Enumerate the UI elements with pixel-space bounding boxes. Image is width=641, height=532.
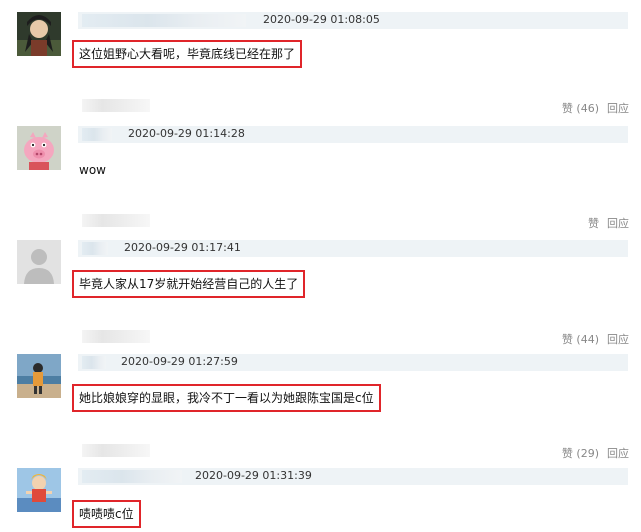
comment-text-highlighted: 毕竟人家从17岁就开始经营自己的人生了 bbox=[72, 270, 306, 298]
username-blurred[interactable] bbox=[82, 128, 112, 141]
comment-text: wow bbox=[79, 163, 106, 177]
cartoon-figure-avatar-icon bbox=[17, 468, 61, 512]
comment-header: 2020-09-29 01:17:41 bbox=[78, 240, 628, 257]
comment-text-highlighted: 这位姐野心大看呢，毕竟底线已经在那了 bbox=[72, 40, 303, 68]
comment-text-highlighted: 啧啧啧c位 bbox=[72, 500, 141, 528]
beach-photo-avatar-icon bbox=[17, 354, 61, 398]
comment-timestamp: 2020-09-29 01:17:41 bbox=[124, 241, 241, 254]
pink-pig-avatar-icon bbox=[17, 126, 61, 170]
comment-timestamp: 2020-09-29 01:31:39 bbox=[195, 469, 312, 482]
reply-quote-blurred bbox=[82, 330, 150, 343]
comment-header: 2020-09-29 01:27:59 bbox=[78, 354, 628, 371]
like-button[interactable]: 赞 (29) bbox=[562, 447, 599, 460]
comment-actions: 赞 (29) 回应 bbox=[562, 445, 629, 461]
reply-quote-blurred bbox=[82, 444, 150, 457]
username-blurred[interactable] bbox=[82, 356, 106, 369]
comment-header: 2020-09-29 01:31:39 bbox=[78, 468, 628, 485]
comment-timestamp: 2020-09-29 01:14:28 bbox=[128, 127, 245, 140]
anime-character-avatar-icon bbox=[17, 12, 61, 56]
user-avatar[interactable] bbox=[17, 468, 61, 512]
comment-timestamp: 2020-09-29 01:08:05 bbox=[263, 13, 380, 26]
user-avatar[interactable] bbox=[17, 240, 61, 284]
user-avatar[interactable] bbox=[17, 126, 61, 170]
username-blurred[interactable] bbox=[82, 14, 246, 27]
comment-actions: 赞 (44) 回应 bbox=[562, 331, 629, 347]
comment-timestamp: 2020-09-29 01:27:59 bbox=[121, 355, 238, 368]
comment-actions: 赞回应 bbox=[588, 215, 629, 231]
reply-quote-blurred bbox=[82, 99, 150, 112]
reply-button[interactable]: 回应 bbox=[607, 217, 629, 230]
comment-header: 2020-09-29 01:14:28 bbox=[78, 126, 628, 143]
reply-button[interactable]: 回应 bbox=[607, 333, 629, 346]
reply-button[interactable]: 回应 bbox=[607, 102, 629, 115]
username-blurred[interactable] bbox=[82, 470, 182, 483]
reply-quote-blurred bbox=[82, 214, 150, 227]
user-avatar[interactable] bbox=[17, 354, 61, 398]
user-avatar[interactable] bbox=[17, 12, 61, 56]
comment-header: 2020-09-29 01:08:05 bbox=[78, 12, 628, 29]
like-button[interactable]: 赞 bbox=[588, 217, 599, 230]
like-button[interactable]: 赞 (46) bbox=[562, 102, 599, 115]
default-user-avatar-icon bbox=[17, 240, 61, 284]
username-blurred[interactable] bbox=[82, 242, 108, 255]
reply-button[interactable]: 回应 bbox=[607, 447, 629, 460]
comment-text-highlighted: 她比娘娘穿的显眼，我冷不丁一看以为她跟陈宝国是c位 bbox=[72, 384, 381, 412]
comment-actions: 赞 (46) 回应 bbox=[562, 100, 629, 116]
like-button[interactable]: 赞 (44) bbox=[562, 333, 599, 346]
